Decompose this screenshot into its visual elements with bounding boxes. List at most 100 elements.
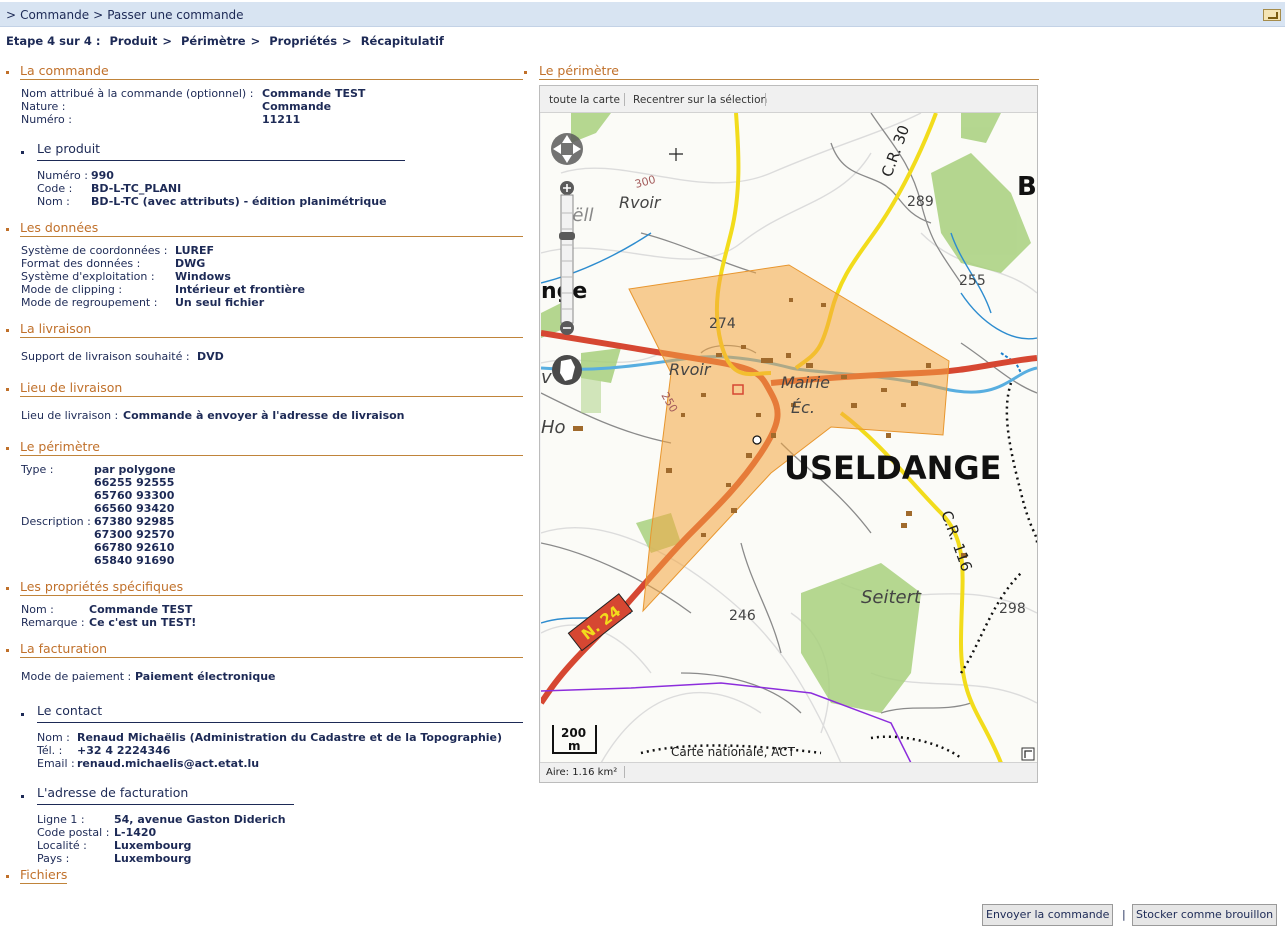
breadcrumb-item-passer-commande: Passer une commande: [107, 8, 244, 22]
map-label-alt-246: 246: [729, 608, 756, 624]
section-title-lieu: Lieu de livraison: [20, 380, 123, 395]
section-title-donnees: Les données: [20, 220, 99, 235]
map-label-v: v: [541, 367, 552, 388]
map-recenter-button[interactable]: Recentrer sur la sélection: [633, 94, 767, 106]
map-area-readout: Aire: 1.16 km²: [546, 767, 618, 778]
donnees-value: DWG: [175, 257, 206, 270]
commande-nom-value: Commande TEST: [262, 87, 366, 100]
proprietes-nom-label: Nom :: [21, 603, 54, 616]
perimetre-type-label: Type :: [21, 463, 54, 476]
section-bullet: [6, 875, 9, 878]
section-title-facturation: La facturation: [20, 641, 108, 656]
map-pan-control[interactable]: [551, 133, 583, 165]
section-divider: [20, 595, 523, 596]
step-proprietes[interactable]: Propriétés: [269, 34, 337, 48]
map-label-b: B: [1017, 172, 1037, 202]
facturation-value: Paiement électronique: [135, 670, 276, 683]
map-status-bar: Aire: 1.16 km²: [540, 762, 1037, 782]
map-panel: toute la carte Recentrer sur la sélectio…: [539, 85, 1038, 783]
adresse-cp-label: Code postal :: [37, 826, 110, 839]
commande-numero-value: 11211: [262, 113, 301, 126]
section-divider: [20, 236, 523, 237]
map-label-alt-289: 289: [907, 194, 934, 210]
scale-unit: m: [568, 739, 581, 753]
section-title-commande: La commande: [20, 63, 109, 78]
donnees-value: Un seul fichier: [175, 296, 265, 309]
proprietes-remarque-label: Remarque :: [21, 616, 85, 629]
section-divider: [20, 455, 523, 456]
breadcrumb-separator: >: [93, 8, 104, 22]
section-title-fichiers[interactable]: Fichiers: [20, 867, 67, 882]
map-toolbar: toute la carte Recentrer sur la sélectio…: [540, 86, 1037, 113]
map-view[interactable]: USELDANGE Rvoir Rvoir Mairie Éc. Seitert…: [541, 113, 1037, 763]
produit-nom-value: BD-L-TC (avec attributs) - édition plani…: [91, 195, 387, 208]
map-label-ecole: Éc.: [791, 398, 815, 417]
donnees-value: Intérieur et frontière: [175, 283, 305, 296]
perimetre-description-label: Description :: [21, 515, 91, 528]
contact-nom-value: Renaud Michaëlis (Administration du Cada…: [77, 731, 503, 744]
livraison-value: DVD: [197, 350, 224, 363]
map-zoom-control[interactable]: [559, 181, 575, 335]
exit-icon[interactable]: [1263, 9, 1281, 21]
breadcrumb-separator: >: [6, 8, 17, 22]
produit-code-value: BD-L-TC_PLANI: [91, 182, 182, 195]
commande-nature-label: Nature :: [21, 100, 66, 113]
section-bullet: [6, 447, 9, 450]
step-perimetre[interactable]: Périmètre: [181, 34, 246, 48]
map-label-ho: Ho: [541, 417, 566, 438]
commande-nom-label: Nom attribué à la commande (optionnel) :: [21, 87, 254, 100]
perimetre-coord: 66560 93420: [94, 502, 175, 515]
map-full-extent-button[interactable]: toute la carte: [549, 94, 620, 106]
adresse-pays-label: Pays :: [37, 852, 70, 865]
lieu-value: Commande à envoyer à l'adresse de livrai…: [123, 409, 405, 422]
section-divider: [20, 396, 523, 397]
donnees-value: LUREF: [175, 244, 215, 257]
map-label-alt-298: 298: [999, 601, 1026, 617]
map-canvas[interactable]: USELDANGE Rvoir Rvoir Mairie Éc. Seitert…: [541, 113, 1037, 763]
scale-value: 200: [561, 726, 586, 740]
section-bullet: [6, 329, 9, 332]
step-recapitulatif: Récapitulatif: [360, 34, 444, 48]
section-bullet: [6, 71, 9, 74]
produit-numero-value: 990: [91, 169, 114, 182]
save-draft-button[interactable]: Stocker comme brouillon: [1132, 904, 1278, 926]
map-overview-icon[interactable]: [552, 355, 582, 385]
step-separator: >: [162, 34, 172, 48]
section-divider: [37, 722, 523, 723]
perimetre-coord: 67380 92985: [94, 515, 175, 528]
perimetre-coord: 66780 92610: [94, 541, 175, 554]
step-separator: >: [342, 34, 352, 48]
produit-numero-label: Numéro :: [37, 169, 88, 182]
breadcrumb-bar: > Commande > Passer une commande: [0, 2, 1285, 27]
section-title-produit: Le produit: [37, 141, 101, 156]
proprietes-nom-value: Commande TEST: [89, 603, 193, 616]
section-title-adresse: L'adresse de facturation: [37, 785, 189, 800]
section-bullet: [21, 713, 24, 716]
breadcrumb: > Commande > Passer une commande: [6, 8, 248, 22]
commande-nature-value: Commande: [262, 100, 332, 113]
section-title-livraison: La livraison: [20, 321, 92, 336]
breadcrumb-item-commande[interactable]: Commande: [20, 8, 89, 22]
adresse-localite-label: Localité :: [37, 839, 87, 852]
send-order-button[interactable]: Envoyer la commande: [982, 904, 1114, 926]
donnees-label: Mode de regroupement :: [21, 296, 158, 309]
produit-code-label: Code :: [37, 182, 73, 195]
donnees-label: Système de coordonnées :: [21, 244, 168, 257]
section-divider: [20, 657, 523, 658]
section-divider: [20, 79, 523, 80]
map-label-alt-274: 274: [709, 316, 736, 332]
section-title-map-perimetre: Le périmètre: [539, 63, 619, 78]
step-label: Etape 4 sur 4 :: [6, 34, 101, 48]
map-label-rvoir: Rvoir: [669, 360, 712, 379]
perimetre-coord: 67300 92570: [94, 528, 175, 541]
donnees-label: Format des données :: [21, 257, 141, 270]
map-resize-icon[interactable]: [1021, 747, 1035, 761]
donnees-label: Système d'exploitation :: [21, 270, 155, 283]
adresse-cp-value: L-1420: [114, 826, 157, 839]
map-attribution: Carte nationale, ACT: [671, 745, 796, 759]
produit-nom-label: Nom :: [37, 195, 70, 208]
facturation-label: Mode de paiement :: [21, 670, 132, 683]
section-bullet: [6, 388, 9, 391]
step-produit[interactable]: Produit: [109, 34, 157, 48]
section-title-proprietes: Les propriétés spécifiques: [20, 579, 184, 594]
